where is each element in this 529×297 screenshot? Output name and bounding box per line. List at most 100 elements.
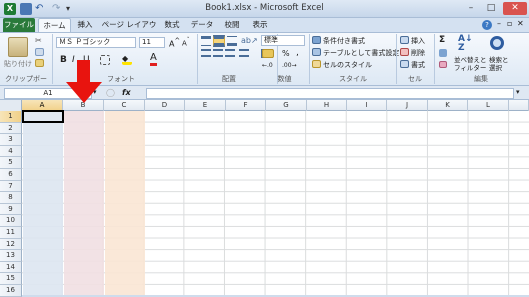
row-header-2[interactable]: 2 <box>0 122 22 135</box>
row-header-1[interactable]: 1 <box>0 111 22 123</box>
delete-cells-button[interactable]: 削除 <box>411 48 425 58</box>
top-align-icon[interactable] <box>201 36 211 46</box>
cancel-entry-icon[interactable]: ◯ <box>106 88 115 97</box>
row-header-3[interactable]: 3 <box>0 134 22 146</box>
sort-filter-icon[interactable]: A↓ Z <box>458 35 474 53</box>
copy-icon[interactable] <box>35 48 44 56</box>
sort-filter-label-2[interactable]: フィルター <box>454 62 486 72</box>
font-color-icon[interactable]: A <box>150 53 157 66</box>
expand-formula-bar-icon[interactable]: ▾ <box>516 88 520 96</box>
group-separator <box>434 34 435 84</box>
cells-group-label: セル <box>408 75 422 83</box>
align-left-icon[interactable] <box>201 49 211 57</box>
column-c-fill <box>105 111 145 295</box>
format-as-table-icon[interactable] <box>312 48 321 56</box>
number-format-dropdown[interactable]: 標準 <box>261 35 305 46</box>
row-header-14[interactable]: 14 <box>0 261 22 274</box>
formula-input[interactable] <box>146 88 514 99</box>
format-cells-icon[interactable] <box>400 60 409 68</box>
find-select-icon[interactable] <box>490 36 504 50</box>
number-group-label: 数値 <box>277 75 292 83</box>
conditional-formatting-button[interactable]: 条件付き書式 <box>323 36 365 46</box>
tab-review[interactable]: 校閲 <box>220 18 244 32</box>
row-header-4[interactable]: 4 <box>0 145 22 158</box>
group-separator <box>52 34 53 84</box>
clear-icon[interactable] <box>439 61 447 68</box>
insert-cells-icon[interactable] <box>400 36 409 44</box>
row-header-10[interactable]: 10 <box>0 215 22 227</box>
format-cells-button[interactable]: 書式 <box>411 60 425 70</box>
decrease-indent-icon[interactable] <box>239 49 249 57</box>
comma-button[interactable]: , <box>296 48 299 58</box>
align-right-icon[interactable] <box>225 49 235 57</box>
column-header-h[interactable]: H <box>307 100 347 111</box>
insert-function-button[interactable]: fx <box>122 88 131 97</box>
column-header-e[interactable]: E <box>185 100 226 111</box>
format-as-table-button[interactable]: テーブルとして書式設定 <box>323 48 399 58</box>
active-cell-a1[interactable] <box>22 110 64 123</box>
row-header-15[interactable]: 15 <box>0 273 22 285</box>
cell-styles-icon[interactable] <box>312 60 321 68</box>
tab-insert[interactable]: 挿入 <box>73 18 97 32</box>
column-header-c[interactable]: C <box>104 100 145 111</box>
font-size-dropdown[interactable]: 11 <box>139 37 165 48</box>
tab-file[interactable]: ファイル <box>3 18 35 32</box>
minimize-button[interactable]: – <box>462 2 480 15</box>
fill-icon[interactable] <box>439 49 447 57</box>
column-header-l[interactable]: L <box>468 100 509 111</box>
font-name-dropdown[interactable]: ＭＳ Ｐゴシック <box>56 37 136 48</box>
close-button[interactable]: ✕ <box>503 2 527 15</box>
group-separator <box>197 34 198 84</box>
tab-data[interactable]: データ <box>188 18 216 32</box>
middle-align-icon[interactable] <box>213 35 225 47</box>
editing-group-label: 編集 <box>474 75 488 83</box>
column-header-f[interactable]: F <box>226 100 266 111</box>
conditional-format-icon[interactable] <box>312 36 321 44</box>
format-painter-icon[interactable] <box>35 59 44 67</box>
row-header-8[interactable]: 8 <box>0 192 22 204</box>
row-header-12[interactable]: 12 <box>0 238 22 251</box>
percent-button[interactable]: % <box>282 49 290 58</box>
column-header-i[interactable]: I <box>347 100 387 111</box>
maximize-button[interactable]: □ <box>482 2 500 15</box>
orientation-icon[interactable]: ab↗ <box>241 36 258 45</box>
styles-group-label: スタイル <box>339 75 367 83</box>
autosum-button[interactable]: Σ <box>439 35 445 45</box>
decrease-decimal-icon[interactable]: .00→ <box>282 62 297 69</box>
red-arrow-annotation <box>66 60 102 103</box>
increase-decimal-icon[interactable]: ←.0 <box>262 62 273 69</box>
tab-home[interactable]: ホーム <box>38 18 71 32</box>
paste-button-label[interactable]: 貼り付け <box>4 59 32 69</box>
currency-icon[interactable] <box>262 49 274 58</box>
grow-font-icon[interactable]: A^ <box>169 37 180 49</box>
row-header-7[interactable]: 7 <box>0 180 22 193</box>
select-all-button[interactable] <box>0 100 22 111</box>
find-select-label-2[interactable]: 選択 <box>489 62 502 72</box>
column-header-d[interactable]: D <box>145 100 185 111</box>
column-header-j[interactable]: J <box>387 100 428 111</box>
insert-cells-button[interactable]: 挿入 <box>411 36 425 46</box>
tab-view[interactable]: 表示 <box>248 18 272 32</box>
align-center-icon[interactable] <box>213 49 223 57</box>
workbook-close-icon[interactable]: ✕ <box>517 19 524 28</box>
column-header-g[interactable]: G <box>266 100 307 111</box>
fill-color-icon[interactable]: ◆ <box>122 55 132 65</box>
cut-icon[interactable]: ✂ <box>35 37 44 45</box>
row-header-9[interactable]: 9 <box>0 203 22 216</box>
row-header-6[interactable]: 6 <box>0 169 22 181</box>
column-header-k[interactable]: K <box>428 100 468 111</box>
cell-styles-button[interactable]: セルのスタイル <box>323 60 372 70</box>
tab-page-layout[interactable]: ページ レイアウト <box>100 18 158 43</box>
delete-cells-icon[interactable] <box>400 48 409 56</box>
row-header-11[interactable]: 11 <box>0 227 22 239</box>
column-header-overflow <box>509 100 529 111</box>
workbook-minimize-icon[interactable]: – <box>497 19 501 28</box>
help-icon[interactable]: ? <box>482 20 492 30</box>
shrink-font-icon[interactable]: Aˇ <box>182 38 190 47</box>
bottom-align-icon[interactable] <box>227 36 237 46</box>
paste-icon[interactable] <box>8 37 28 57</box>
tab-formulas[interactable]: 数式 <box>160 18 184 32</box>
workbook-restore-icon[interactable]: ▫ <box>507 19 512 28</box>
row-header-5[interactable]: 5 <box>0 157 22 169</box>
row-header-13[interactable]: 13 <box>0 250 22 262</box>
